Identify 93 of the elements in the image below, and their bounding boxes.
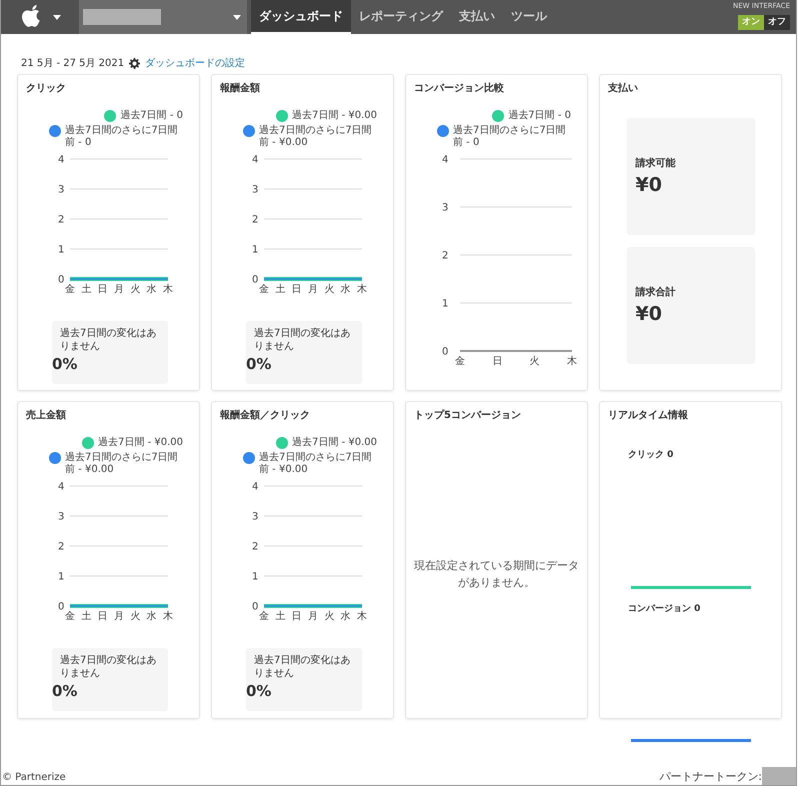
axis-label: 金 [455, 356, 465, 367]
summary-value: 0% [52, 354, 78, 375]
copyright-text: © Partnerize [1, 771, 66, 785]
axis-label: 0 [252, 274, 258, 286]
payment-label: 請求可能 [636, 156, 676, 171]
axis-label: 土 [275, 611, 286, 622]
axis-label: 4 [442, 154, 448, 166]
axis-label: 土 [81, 284, 92, 295]
axis-label: 水 [340, 284, 351, 295]
summary-value: 0% [246, 681, 272, 702]
axis-label: 3 [252, 184, 258, 196]
payment-amount: ¥0 [636, 302, 663, 327]
card-title: リアルタイム情報 [608, 408, 689, 423]
axis-label: 火 [130, 611, 140, 622]
legend-text: 過去7日間 - ¥0.00 [98, 437, 183, 449]
legend-text: 過去7日間 - 0 [120, 110, 183, 122]
axis-label: 1 [58, 244, 64, 256]
axis-label: 1 [58, 572, 64, 582]
axis-label: 4 [58, 154, 64, 166]
legend-text: 過去7日間 - 0 [508, 110, 571, 122]
axis-label: 木 [357, 611, 367, 622]
axis-label: 2 [58, 214, 64, 226]
axis-label: 4 [252, 482, 258, 492]
axis-label: 金 [259, 611, 269, 622]
token-label: パートナートークン: [659, 768, 762, 784]
summary-text: 過去7日間の変化はありません [59, 654, 158, 680]
axis-label: 日 [292, 611, 302, 622]
axis-label: 火 [530, 356, 540, 367]
axis-label: 土 [81, 611, 92, 622]
axis-label: 日 [98, 611, 108, 622]
axis-label: 木 [357, 284, 367, 295]
payment-amount: ¥0 [636, 173, 663, 198]
axis-label: 金 [65, 284, 75, 295]
realtime-label: コンバージョン 0 [628, 602, 702, 616]
axis-label: 日 [492, 356, 502, 367]
axis-label: 3 [442, 202, 448, 214]
legend-text: 過去7日間のさらに7日間前 - ¥0.00 [259, 452, 373, 476]
axis-label: 水 [146, 284, 157, 295]
card-title: クリック [26, 82, 67, 96]
summary-value: 0% [52, 681, 78, 702]
axis-label: 水 [340, 611, 351, 622]
axis-label: 0 [58, 602, 64, 612]
axis-label: 3 [58, 512, 64, 522]
axis-label: 火 [324, 284, 334, 295]
legend-text: 過去7日間のさらに7日間前 - 0 [65, 125, 179, 149]
axis-label: 2 [58, 542, 64, 552]
empty-message: 現在設定されている期間にデータがありません。 [414, 558, 579, 590]
payment-label: 請求合計 [636, 286, 676, 300]
card-title: 報酬金額／クリック [220, 408, 311, 423]
axis-label: 月 [114, 611, 124, 622]
legend-text: 過去7日間 - ¥0.00 [292, 437, 377, 449]
axis-label: 2 [252, 214, 258, 226]
axis-label: 0 [58, 274, 64, 286]
card-title: 支払い [608, 82, 639, 96]
axis-label: 木 [163, 284, 173, 295]
card-title: トップ5コンバージョン [414, 408, 522, 423]
axis-label: 木 [163, 611, 173, 622]
axis-label: 3 [252, 512, 258, 522]
legend-text: 過去7日間のさらに7日間前 - 0 [453, 125, 567, 149]
legend-text: 過去7日間のさらに7日間前 - ¥0.00 [259, 125, 373, 149]
axis-label: 1 [442, 298, 448, 310]
summary-text: 過去7日間の変化はありません [59, 327, 158, 353]
axis-label: 火 [324, 611, 334, 622]
axis-label: 木 [567, 356, 577, 367]
axis-label: 火 [130, 284, 140, 295]
axis-label: 月 [308, 611, 318, 622]
axis-label: 1 [252, 572, 258, 582]
axis-label: 水 [146, 611, 157, 622]
legend-text: 過去7日間のさらに7日間前 - ¥0.00 [65, 452, 179, 476]
axis-label: 1 [252, 244, 258, 256]
axis-label: 月 [308, 284, 318, 295]
axis-label: 0 [252, 602, 258, 612]
axis-label: 3 [58, 184, 64, 196]
axis-label: 2 [252, 542, 258, 552]
card-title: 売上金額 [26, 408, 67, 423]
card-title: 報酬金額 [220, 82, 261, 96]
realtime-label: クリック 0 [628, 449, 674, 462]
axis-label: 土 [275, 284, 286, 295]
axis-label: 金 [259, 284, 269, 295]
axis-label: 4 [252, 154, 258, 166]
card-title: コンバージョン比較 [414, 82, 505, 96]
axis-label: 金 [65, 611, 75, 622]
axis-label: 月 [114, 284, 124, 295]
axis-label: 0 [442, 346, 448, 358]
axis-label: 2 [442, 250, 448, 262]
axis-label: 4 [58, 482, 64, 492]
date-range: 21 5月 - 27 5月 2021 [21, 56, 124, 70]
summary-value: 0% [246, 354, 272, 375]
summary-text: 過去7日間の変化はありません [253, 654, 352, 680]
axis-label: 日 [98, 284, 108, 295]
axis-label: 日 [292, 284, 302, 295]
summary-text: 過去7日間の変化はありません [253, 327, 352, 353]
legend-text: 過去7日間 - ¥0.00 [292, 110, 377, 122]
